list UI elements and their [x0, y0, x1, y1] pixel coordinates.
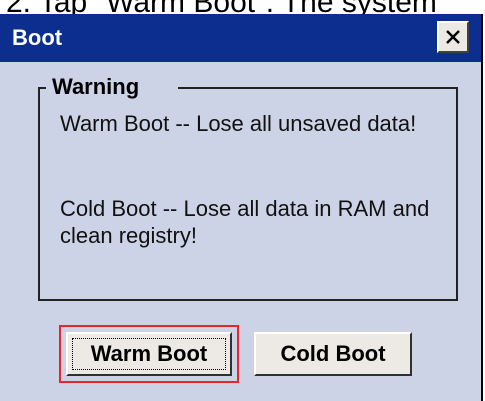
groupbox-border	[178, 87, 458, 89]
warm-boot-label: Warm Boot	[90, 341, 208, 366]
close-button[interactable]	[437, 21, 469, 53]
warm-boot-message: Warm Boot -- Lose all unsaved data!	[60, 111, 417, 136]
warm-boot-button[interactable]: Warm Boot	[66, 332, 232, 376]
groupbox-border	[38, 87, 46, 89]
dialog-title: Boot	[12, 25, 63, 50]
cold-boot-message: Cold Boot -- Lose all data in RAM and cl…	[60, 196, 430, 248]
cold-boot-button[interactable]: Cold Boot	[254, 332, 412, 376]
boot-dialog: Boot Warning Warm Boot -- Lose all unsav…	[0, 14, 483, 401]
cold-boot-label: Cold Boot	[280, 341, 386, 366]
groupbox-border	[38, 299, 458, 301]
close-icon	[446, 30, 460, 44]
focus-rect: Warm Boot	[72, 338, 226, 370]
groupbox-label: Warning	[50, 74, 142, 100]
title-bar: Boot	[0, 14, 481, 62]
